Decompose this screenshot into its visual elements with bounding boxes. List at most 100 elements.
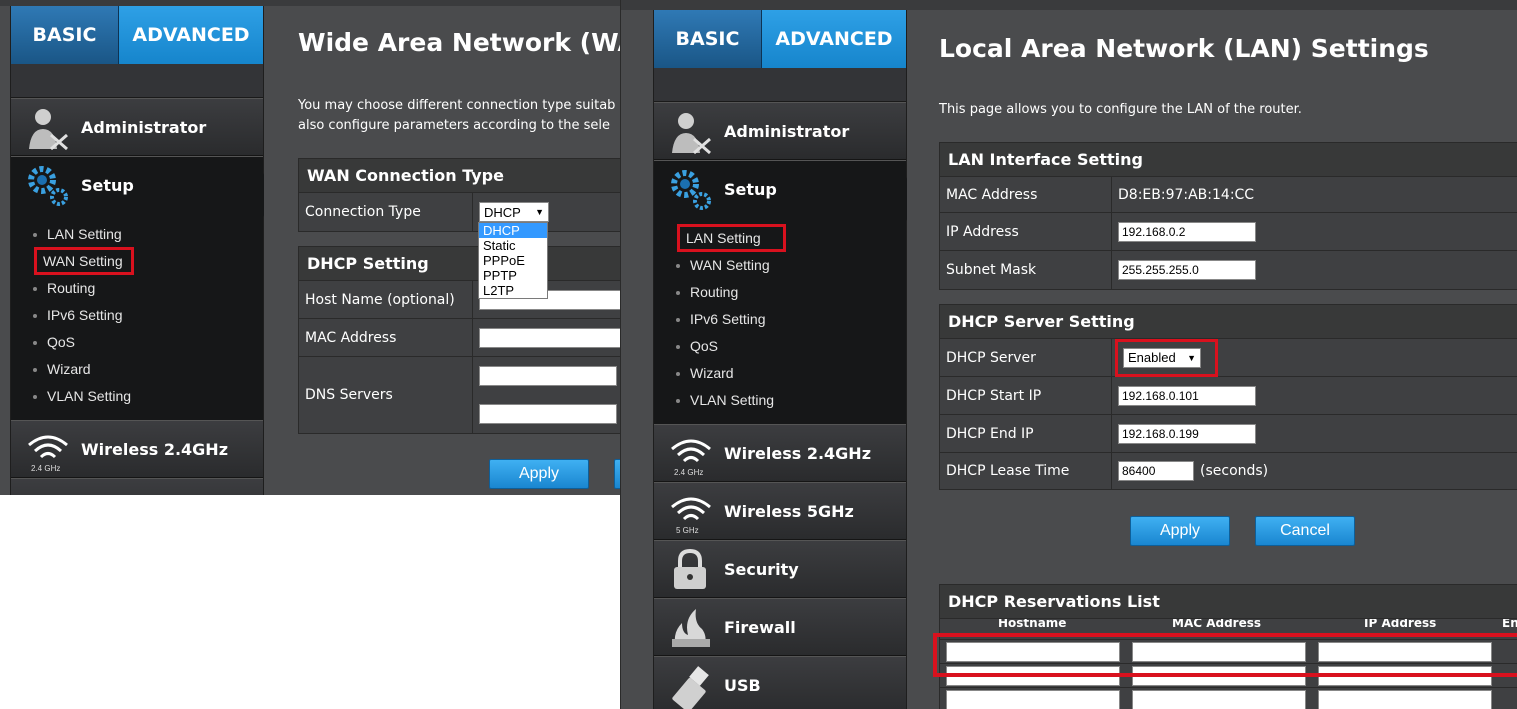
dns-servers-row: DNS Servers [299,357,620,433]
col-hostname: Hostname [998,619,1067,629]
cancel-button[interactable]: Cancel [1255,516,1355,546]
mac-address-row: MAC Address D8:EB:97:AB:14:CC [940,177,1517,213]
nav-administrator-label: Administrator [81,117,207,137]
nav-setup-label: Setup [81,176,134,195]
mac-address-input[interactable] [1132,642,1306,662]
table-row [940,663,1517,687]
submenu-wizard[interactable]: Wizard [33,358,91,380]
dhcp-end-row: DHCP End IP 192.168.0.199 [940,415,1517,453]
nav-setup[interactable]: Setup [654,160,918,221]
connection-type-select[interactable]: DHCP ▼ [479,202,549,222]
mac-address-input[interactable] [479,327,620,348]
ip-address-input[interactable] [1318,690,1492,709]
subnet-mask-input[interactable]: 255.255.255.0 [1118,260,1256,280]
dhcp-lease-input[interactable]: 86400 [1118,461,1194,481]
nav-next-item[interactable] [11,478,263,495]
wifi-5-caption: 5 GHz [676,526,699,535]
option-pptp[interactable]: PPTP [479,268,547,283]
apply-button[interactable]: Apply [489,459,589,489]
usb-icon [672,666,709,709]
mac-address-row: MAC Address [299,319,620,357]
submenu-routing[interactable]: Routing [676,281,738,303]
option-static[interactable]: Static [479,238,547,253]
submenu-wizard[interactable]: Wizard [676,362,734,384]
submenu-ipv6-setting[interactable]: IPv6 Setting [676,308,766,330]
dhcp-start-label: DHCP Start IP [940,377,1112,414]
dhcp-end-input[interactable]: 192.168.0.199 [1118,423,1256,444]
nav-wireless-24-label: Wireless 2.4GHz [724,443,872,463]
hostname-input[interactable] [946,666,1120,686]
submenu-qos[interactable]: QoS [33,331,75,353]
nav-firewall-label: Firewall [724,617,796,637]
nav-usb[interactable]: USB [654,656,906,709]
wan-connection-panel: WAN Connection Type Connection Type DHCP… [298,158,620,232]
submenu-vlan-setting[interactable]: VLAN Setting [676,389,774,411]
submenu-vlan-setting[interactable]: VLAN Setting [33,385,131,407]
nav-administrator[interactable]: Administrator [654,102,906,160]
page-title: Wide Area Network (WA [298,28,620,57]
nav-wireless-24[interactable]: 2.4 GHz Wireless 2.4GHz [11,420,263,478]
dhcp-end-label: DHCP End IP [940,415,1112,452]
sidebar: BASIC ADVANCED Administrator Setup LAN S… [10,6,275,495]
tab-advanced[interactable]: ADVANCED [762,10,906,68]
mac-address-input[interactable] [1132,690,1306,709]
window-frame [621,0,1517,10]
hostname-input[interactable] [946,690,1120,709]
nav-security[interactable]: Security [654,540,906,598]
reservations-table-header: Hostname MAC Address IP Address En [940,619,1517,629]
subnet-mask-row: Subnet Mask 255.255.255.0 [940,251,1517,289]
col-enable: En [1502,619,1517,629]
dhcp-server-heading: DHCP Server Setting [940,305,1517,339]
page-description-line2: also configure parameters according to t… [298,118,611,133]
tab-advanced[interactable]: ADVANCED [119,6,263,64]
lan-screenshot: BASIC ADVANCED Administrator Setup LAN S… [620,0,1517,709]
connection-type-options: DHCP Static PPPoE PPTP L2TP [478,222,548,299]
dns-primary-input[interactable] [479,366,617,386]
nav-administrator[interactable]: Administrator [11,98,263,156]
nav-wireless-5[interactable]: 5 GHz Wireless 5GHz [654,482,906,540]
tab-strip [654,68,906,102]
tab-basic[interactable]: BASIC [11,6,119,64]
mac-address-input[interactable] [1132,666,1306,686]
submenu-lan-setting[interactable]: LAN Setting [33,223,122,245]
tab-basic[interactable]: BASIC [654,10,762,68]
nav-security-label: Security [724,559,799,579]
ip-address-input[interactable]: 192.168.0.2 [1118,221,1256,242]
submenu-ipv6-setting[interactable]: IPv6 Setting [33,304,123,326]
ip-address-input[interactable] [1318,642,1492,662]
nav-setup[interactable]: Setup [11,156,275,217]
dhcp-start-input[interactable]: 192.168.0.101 [1118,385,1256,406]
submenu-wan-setting[interactable]: WAN Setting [34,247,134,275]
col-mac-address: MAC Address [1172,619,1262,629]
page-title: Local Area Network (LAN) Settings [939,34,1429,63]
firewall-icon [672,609,710,647]
option-pppoe[interactable]: PPPoE [479,253,547,268]
nav-wireless-24-label: Wireless 2.4GHz [81,439,229,459]
lan-content: Local Area Network (LAN) Settings This p… [907,10,1517,709]
dhcp-server-select[interactable]: Enabled ▼ [1123,347,1201,368]
ip-address-input[interactable] [1318,666,1492,686]
col-ip-address: IP Address [1364,619,1437,629]
option-dhcp[interactable]: DHCP [479,223,547,238]
option-l2tp[interactable]: L2TP [479,283,547,298]
submenu-lan-setting[interactable]: LAN Setting [677,224,786,252]
wifi-icon: 2.4 GHz [671,439,711,477]
dhcp-reservations-panel: DHCP Reservations List Hostname MAC Addr… [939,584,1517,709]
gears-icon [671,170,711,210]
table-row [940,639,1517,663]
submenu-qos[interactable]: QoS [676,335,718,357]
nav-wireless-24[interactable]: 2.4 GHz Wireless 2.4GHz [654,424,906,482]
subnet-mask-label: Subnet Mask [940,251,1112,289]
nav-firewall[interactable]: Firewall [654,598,906,656]
lan-interface-heading: LAN Interface Setting [940,143,1517,177]
nav-usb-label: USB [724,675,761,695]
dns-secondary-input[interactable] [479,404,617,424]
dhcp-server-row: DHCP Server Enabled ▼ [940,338,1517,377]
submenu-wan-setting[interactable]: WAN Setting [676,254,770,276]
hostname-input[interactable] [946,642,1120,662]
nav-setup-label: Setup [724,180,777,199]
submenu-routing[interactable]: Routing [33,277,95,299]
dns-servers-label: DNS Servers [299,357,473,433]
wifi-24-caption: 2.4 GHz [674,468,703,477]
apply-button[interactable]: Apply [1130,516,1230,546]
